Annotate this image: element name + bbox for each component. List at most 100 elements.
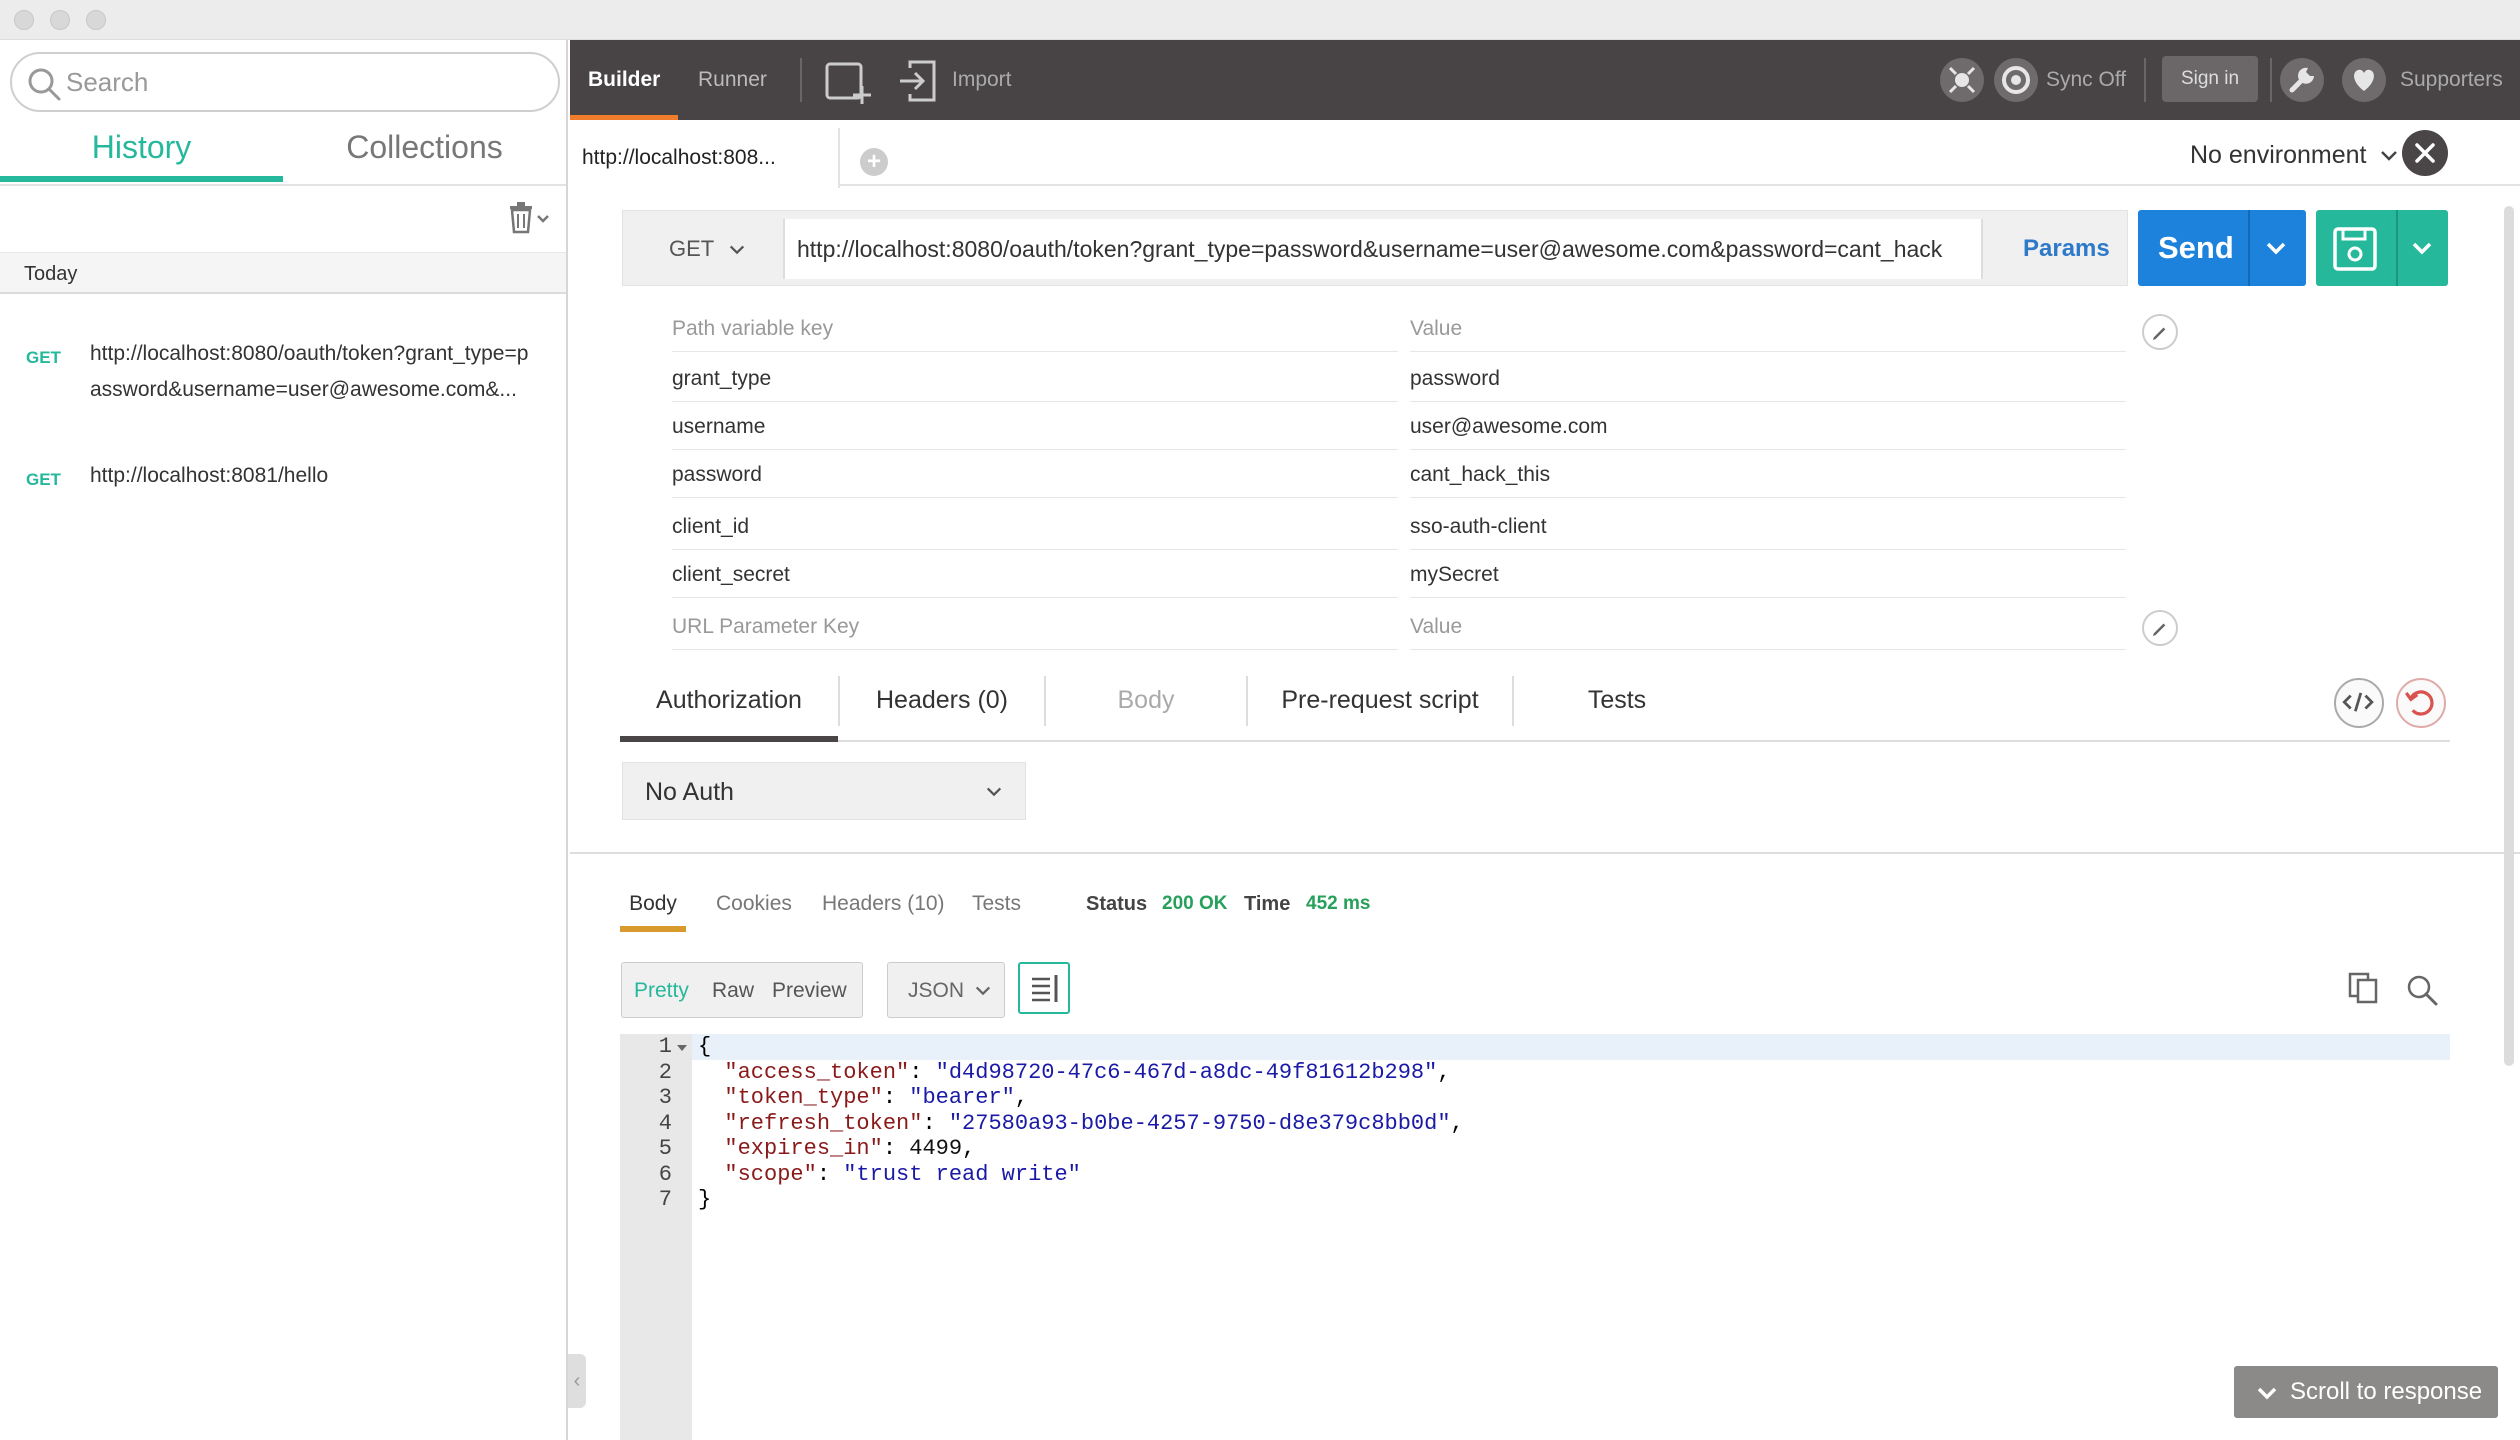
chevron-down-icon[interactable] — [2264, 236, 2288, 260]
url-parameter-value-input[interactable]: Value — [1410, 604, 2126, 650]
search-input[interactable] — [66, 62, 546, 102]
chevron-down-icon — [2257, 1387, 2277, 1400]
history-item[interactable]: GET http://localhost:8081/hello — [0, 448, 566, 498]
line-number-gutter: 1 2 3 4 5 6 7 — [620, 1034, 692, 1440]
param-value[interactable]: mySecret — [1410, 552, 2126, 598]
json-open-brace: { — [692, 1034, 2450, 1060]
copy-icon[interactable] — [2346, 970, 2382, 1006]
wrap-lines-button[interactable] — [1018, 962, 1070, 1014]
status-value: 200 OK — [1162, 893, 1228, 914]
sync-button[interactable] — [1994, 58, 2038, 102]
param-key[interactable]: client_secret — [672, 552, 1398, 598]
trash-icon[interactable] — [505, 200, 551, 236]
request-subtabs: Authorization Headers (0) Body Pre-reque… — [620, 672, 2450, 742]
path-variable-key-input[interactable]: Path variable key — [672, 306, 1398, 352]
param-key[interactable]: grant_type — [672, 356, 1398, 402]
param-value[interactable]: sso-auth-client — [1410, 504, 2126, 550]
sidebar: History Collections Today GET http://loc… — [0, 40, 568, 1440]
sign-in-button[interactable]: Sign in — [2162, 56, 2258, 102]
param-value[interactable]: cant_hack_this — [1410, 452, 2126, 498]
param-row: grant_type password — [656, 356, 2126, 404]
save-divider — [2396, 210, 2398, 286]
send-button[interactable]: Send — [2138, 210, 2306, 286]
json-line: "scope": "trust read write" — [724, 1161, 1081, 1187]
param-key[interactable]: password — [672, 452, 1398, 498]
main-scrollbar[interactable] — [2504, 206, 2514, 1066]
response-tabs: Body Cookies Headers (10) Tests Status 2… — [620, 880, 1520, 932]
sidebar-search[interactable] — [10, 52, 560, 112]
path-variable-value-input[interactable]: Value — [1410, 306, 2126, 352]
tab-history[interactable]: History — [0, 122, 283, 182]
param-value[interactable]: user@awesome.com — [1410, 404, 2126, 450]
wrap-icon — [1032, 975, 1058, 1002]
line-number: 4 — [658, 1110, 672, 1136]
window-close-button[interactable] — [14, 10, 34, 30]
tab-runner[interactable]: Runner — [698, 40, 767, 120]
chevron-down-icon[interactable] — [2410, 236, 2434, 260]
response-tab-body[interactable]: Body — [620, 880, 686, 932]
window-minimize-button[interactable] — [50, 10, 70, 30]
param-key[interactable]: client_id — [672, 504, 1398, 550]
tab-tests[interactable]: Tests — [1514, 672, 1720, 742]
edit-path-variables-button[interactable] — [2142, 314, 2178, 350]
history-item[interactable]: GET http://localhost:8080/oauth/token?gr… — [0, 298, 566, 448]
environment-select[interactable]: No environment — [2190, 130, 2399, 180]
add-tab-button[interactable]: + — [860, 148, 888, 176]
settings-button[interactable] — [2280, 58, 2324, 102]
generate-code-button[interactable] — [2334, 678, 2384, 728]
tab-collections[interactable]: Collections — [283, 122, 566, 182]
window-zoom-button[interactable] — [86, 10, 106, 30]
tab-headers[interactable]: Headers (0) — [840, 672, 1044, 742]
line-number: 5 — [658, 1136, 672, 1161]
tab-pre-request-script[interactable]: Pre-request script — [1248, 672, 1512, 742]
scroll-to-response-button[interactable]: Scroll to response — [2234, 1366, 2498, 1418]
window-titlebar — [0, 0, 2520, 40]
import-button[interactable]: Import — [952, 40, 1012, 120]
heart-icon — [2354, 69, 2374, 91]
sidebar-collapse-button[interactable]: ‹ — [568, 1354, 586, 1408]
history-url: http://localhost:8081/hello — [90, 464, 329, 487]
tab-builder[interactable]: Builder — [569, 40, 679, 120]
line-number: 7 — [658, 1187, 672, 1212]
response-view-group: Pretty Raw Preview — [621, 962, 863, 1018]
environment-settings-button[interactable] — [2402, 130, 2448, 176]
save-button[interactable] — [2316, 210, 2448, 286]
reset-button[interactable] — [2396, 678, 2446, 728]
import-icon[interactable] — [896, 56, 946, 106]
new-window-icon[interactable] — [824, 56, 874, 106]
auth-type-select[interactable]: No Auth — [622, 762, 1026, 820]
supporters-link[interactable]: Supporters — [2400, 40, 2503, 120]
response-divider — [570, 852, 2520, 854]
response-tab-headers[interactable]: Headers (10) — [822, 880, 945, 932]
history-method: GET — [26, 348, 61, 367]
fold-arrow-icon[interactable] — [676, 1042, 688, 1054]
edit-url-parameters-button[interactable] — [2142, 610, 2178, 646]
supporters-heart-button[interactable] — [2342, 58, 2386, 102]
tab-authorization[interactable]: Authorization — [620, 672, 838, 742]
url-parameter-key-input[interactable]: URL Parameter Key — [672, 604, 1398, 650]
url-input[interactable]: http://localhost:8080/oauth/token?grant_… — [783, 219, 1983, 279]
time-value: 452 ms — [1306, 893, 1371, 914]
interceptor-button[interactable] — [1940, 58, 1984, 102]
view-pretty-button[interactable]: Pretty — [634, 963, 689, 1019]
view-raw-button[interactable]: Raw — [712, 963, 754, 1019]
tab-body[interactable]: Body — [1046, 672, 1246, 742]
response-tab-tests[interactable]: Tests — [972, 880, 1021, 932]
param-row: client_id sso-auth-client — [656, 504, 2126, 552]
params-button[interactable]: Params — [2023, 211, 2110, 287]
json-line: "access_token": "d4d98720-47c6-467d-a8dc… — [724, 1059, 1451, 1085]
response-body-editor[interactable]: 1 2 3 4 5 6 7 { "access_token": "d4d9872… — [620, 1034, 2450, 1440]
view-preview-button[interactable]: Preview — [772, 963, 847, 1019]
request-tab[interactable]: http://localhost:808... — [570, 128, 840, 188]
sidebar-divider — [0, 184, 566, 186]
url-parameter-row: URL Parameter Key Value — [656, 604, 2126, 652]
param-value[interactable]: password — [1410, 356, 2126, 402]
method-select[interactable]: GET — [669, 211, 746, 287]
status-label: Status — [1086, 893, 1148, 915]
response-tab-cookies[interactable]: Cookies — [716, 880, 792, 932]
search-icon[interactable] — [2404, 972, 2440, 1008]
json-line: "expires_in": 4499, — [724, 1136, 976, 1161]
param-key[interactable]: username — [672, 404, 1398, 450]
response-format-select[interactable]: JSON — [887, 962, 1005, 1018]
line-number: 3 — [658, 1085, 672, 1110]
